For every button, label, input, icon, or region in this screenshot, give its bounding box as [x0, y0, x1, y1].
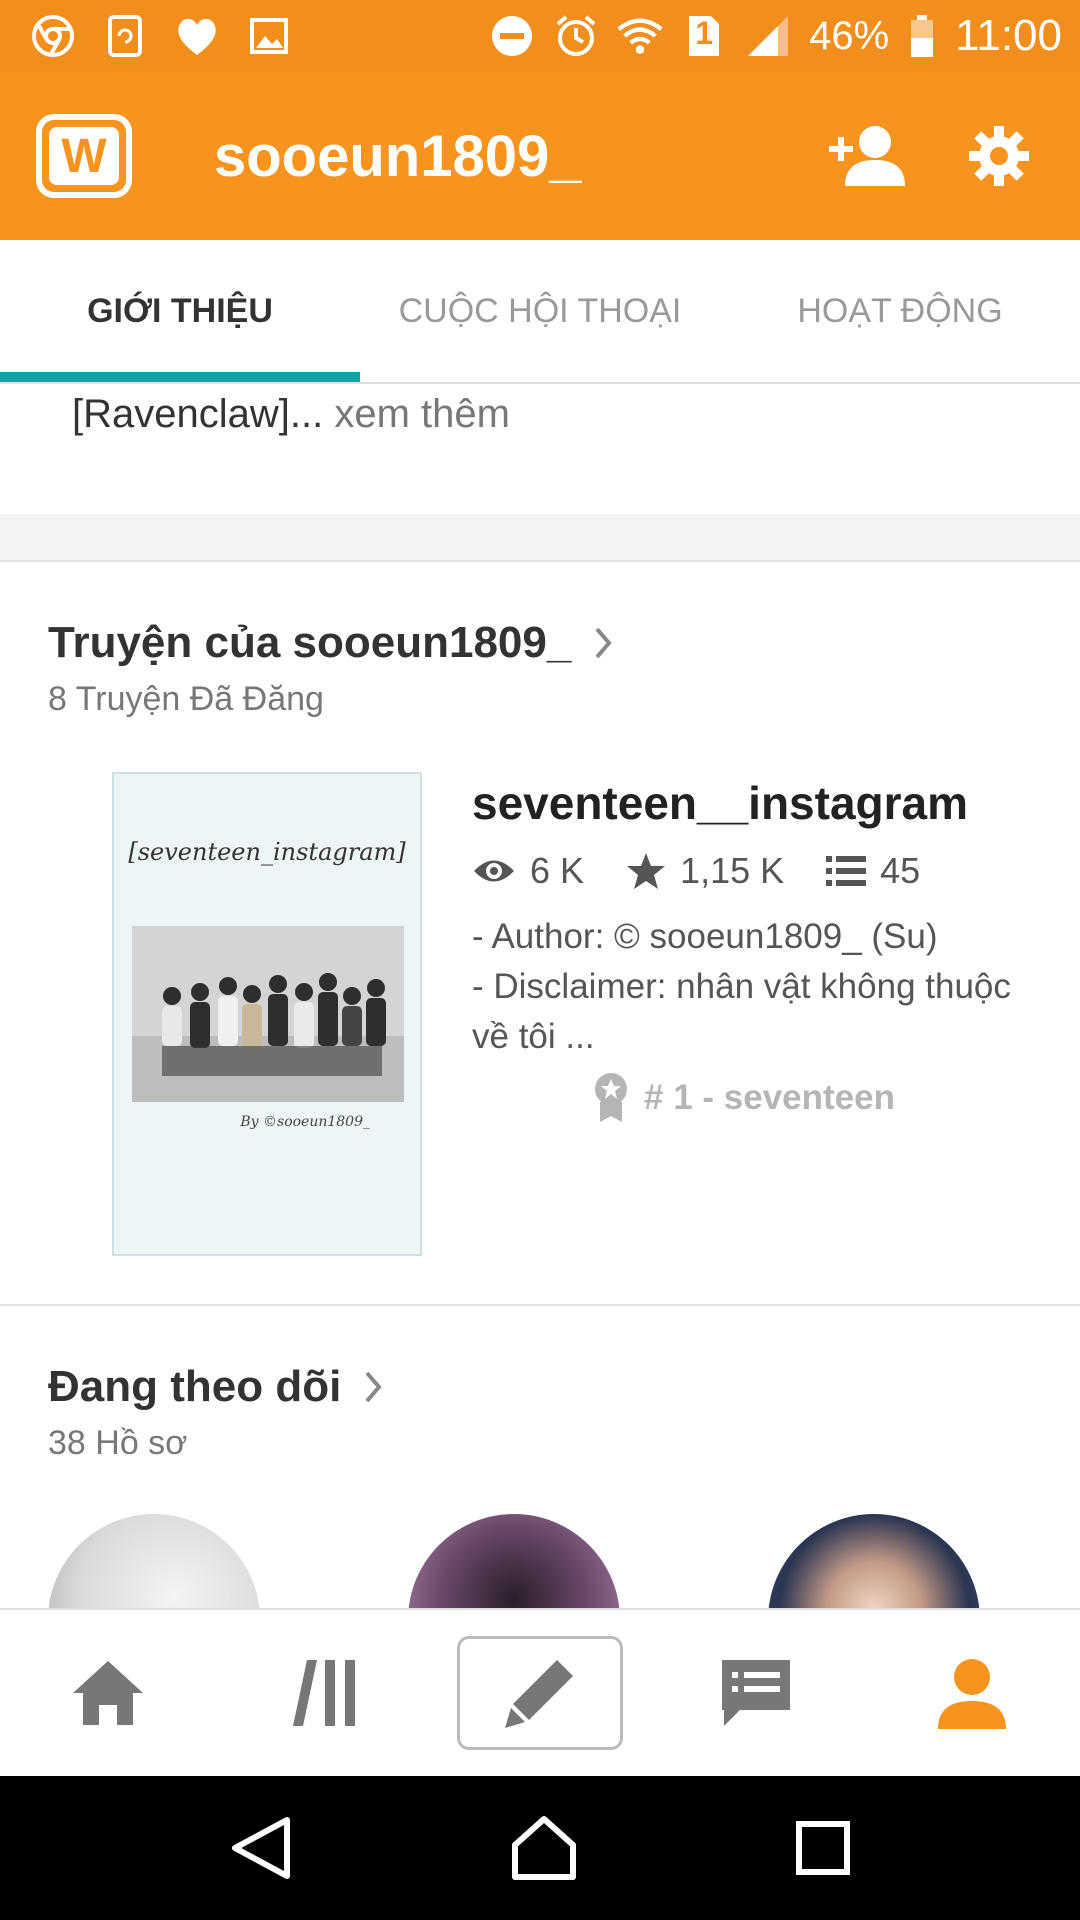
- nav-home[interactable]: [0, 1610, 216, 1776]
- write-button[interactable]: [457, 1636, 623, 1750]
- status-bar: 1 46% 11:00: [0, 0, 1080, 72]
- tab-conversations[interactable]: CUỘC HỘI THOẠI: [360, 240, 720, 382]
- description-line: - Disclaimer: nhân vật không thuộc về tô…: [472, 967, 1011, 1056]
- votes-stat: 1,15 K: [626, 850, 784, 892]
- heart-icon: [174, 13, 220, 59]
- stories-section-title: Truyện của sooeun1809_: [48, 618, 572, 667]
- app-bar: W sooeun1809_: [0, 72, 1080, 240]
- ribbon-icon: [595, 1073, 627, 1122]
- nav-profile[interactable]: [864, 1610, 1080, 1776]
- add-person-icon[interactable]: [824, 111, 914, 201]
- parts-stat: 45: [826, 850, 920, 892]
- reads-count: 6 K: [530, 850, 585, 891]
- votes-count: 1,15 K: [680, 850, 785, 891]
- eye-icon: [474, 860, 514, 882]
- signal-icon: [745, 13, 791, 59]
- parts-count: 45: [880, 850, 921, 891]
- tab-about[interactable]: GIỚI THIỆU: [0, 240, 360, 382]
- profile-icon: [938, 1659, 1006, 1729]
- profile-tabs: GIỚI THIỆU CUỘC HỘI THOẠI HOẠT ĐỘNG: [0, 240, 1080, 384]
- status-left: [30, 13, 292, 59]
- following-section-header[interactable]: Đang theo dõi: [48, 1362, 385, 1412]
- sync-icon: [102, 13, 148, 59]
- wifi-icon: [617, 13, 663, 59]
- reads-stat: 6 K: [472, 850, 584, 892]
- home-button-icon[interactable]: [511, 1815, 577, 1881]
- following-count: 38 Hồ sơ: [48, 1424, 188, 1462]
- settings-icon[interactable]: [954, 111, 1044, 201]
- following-section-title: Đang theo dõi: [48, 1362, 342, 1411]
- stories-section-header[interactable]: Truyện của sooeun1809_: [48, 618, 615, 668]
- bottom-navigation: [0, 1608, 1080, 1776]
- section-separator: [0, 514, 1080, 562]
- list-icon: [826, 856, 867, 886]
- story-title[interactable]: seventeen__instagram: [472, 776, 968, 830]
- section-divider: [0, 1304, 1080, 1306]
- chevron-right-icon: [595, 627, 612, 659]
- description-line: - Author: © sooeun1809_ (Su): [472, 917, 938, 956]
- wattpad-logo[interactable]: W: [36, 114, 132, 198]
- battery-percent: 46%: [809, 13, 890, 58]
- clock: 11:00: [955, 11, 1062, 60]
- recents-icon[interactable]: [795, 1820, 851, 1876]
- sim-number: 1: [695, 15, 713, 51]
- do-not-disturb-icon: [489, 13, 535, 59]
- back-icon[interactable]: [229, 1814, 293, 1882]
- stories-count: 8 Truyện Đã Đăng: [48, 680, 324, 718]
- about-snippet: [Ravenclaw]...: [72, 392, 324, 436]
- cover-author: By ©sooeun1809_: [240, 1114, 370, 1130]
- chevron-right-icon: [365, 1371, 382, 1403]
- cover-photo: [132, 926, 404, 1102]
- star-icon: [627, 853, 666, 889]
- cover-title: [seventeen_instagram]: [128, 838, 406, 866]
- nav-library[interactable]: [216, 1610, 432, 1776]
- ranking-text: # 1 - seventeen: [644, 1078, 895, 1117]
- status-right: 1 46% 11:00: [489, 11, 1062, 61]
- alarm-icon: [553, 13, 599, 59]
- see-more-link[interactable]: xem thêm: [323, 392, 510, 436]
- story-description: - Author: © sooeun1809_ (Su) - Disclaime…: [472, 912, 1032, 1062]
- tab-activity[interactable]: HOẠT ĐỘNG: [720, 240, 1080, 382]
- ranking-tag[interactable]: # 1 - seventeen: [592, 1072, 895, 1124]
- story-stats: 6 K 1,15 K 45: [472, 850, 962, 892]
- sim-icon: 1: [681, 13, 727, 59]
- story-cover[interactable]: [seventeen_instagram] By ©sooeun1809_: [112, 772, 422, 1256]
- write-icon: [505, 1660, 573, 1728]
- profile-username: sooeun1809_: [214, 123, 582, 189]
- logo-letter: W: [49, 127, 119, 185]
- image-icon: [246, 13, 292, 59]
- home-icon: [73, 1661, 143, 1725]
- nav-write[interactable]: [432, 1610, 648, 1776]
- nav-messages[interactable]: [648, 1610, 864, 1776]
- chrome-icon: [30, 13, 76, 59]
- battery-icon: [907, 13, 937, 59]
- system-navigation: [0, 1776, 1080, 1920]
- library-icon: [293, 1660, 355, 1726]
- about-text: [Ravenclaw]... xem thêm: [72, 392, 510, 437]
- messages-icon: [722, 1660, 790, 1726]
